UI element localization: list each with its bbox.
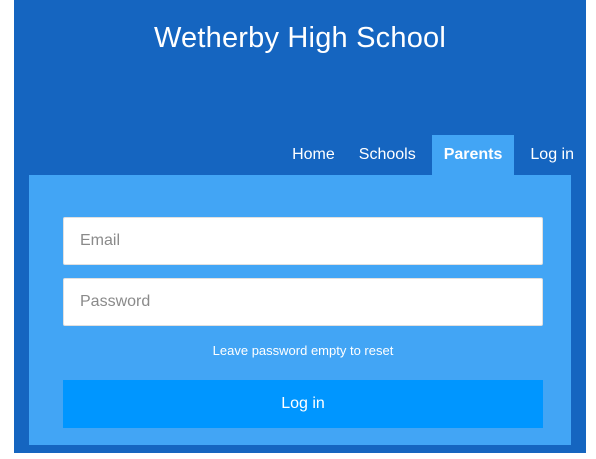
site-title: Wetherby High School xyxy=(153,22,446,54)
nav-item-parents[interactable]: Parents xyxy=(431,135,515,175)
nav-item-schools[interactable]: Schools xyxy=(347,135,428,175)
email-field[interactable] xyxy=(63,217,543,265)
password-field[interactable] xyxy=(63,278,543,326)
nav-item-home[interactable]: Home xyxy=(280,135,347,175)
app-frame: Wetherby High School Home Schools Parent… xyxy=(14,0,586,453)
login-button[interactable]: Log in xyxy=(63,380,543,428)
nav-item-login[interactable]: Log in xyxy=(518,135,586,175)
password-reset-hint: Leave password empty to reset xyxy=(212,343,394,358)
login-panel: Leave password empty to reset Log in xyxy=(29,175,571,445)
main-nav: Home Schools Parents Log in xyxy=(280,135,586,175)
